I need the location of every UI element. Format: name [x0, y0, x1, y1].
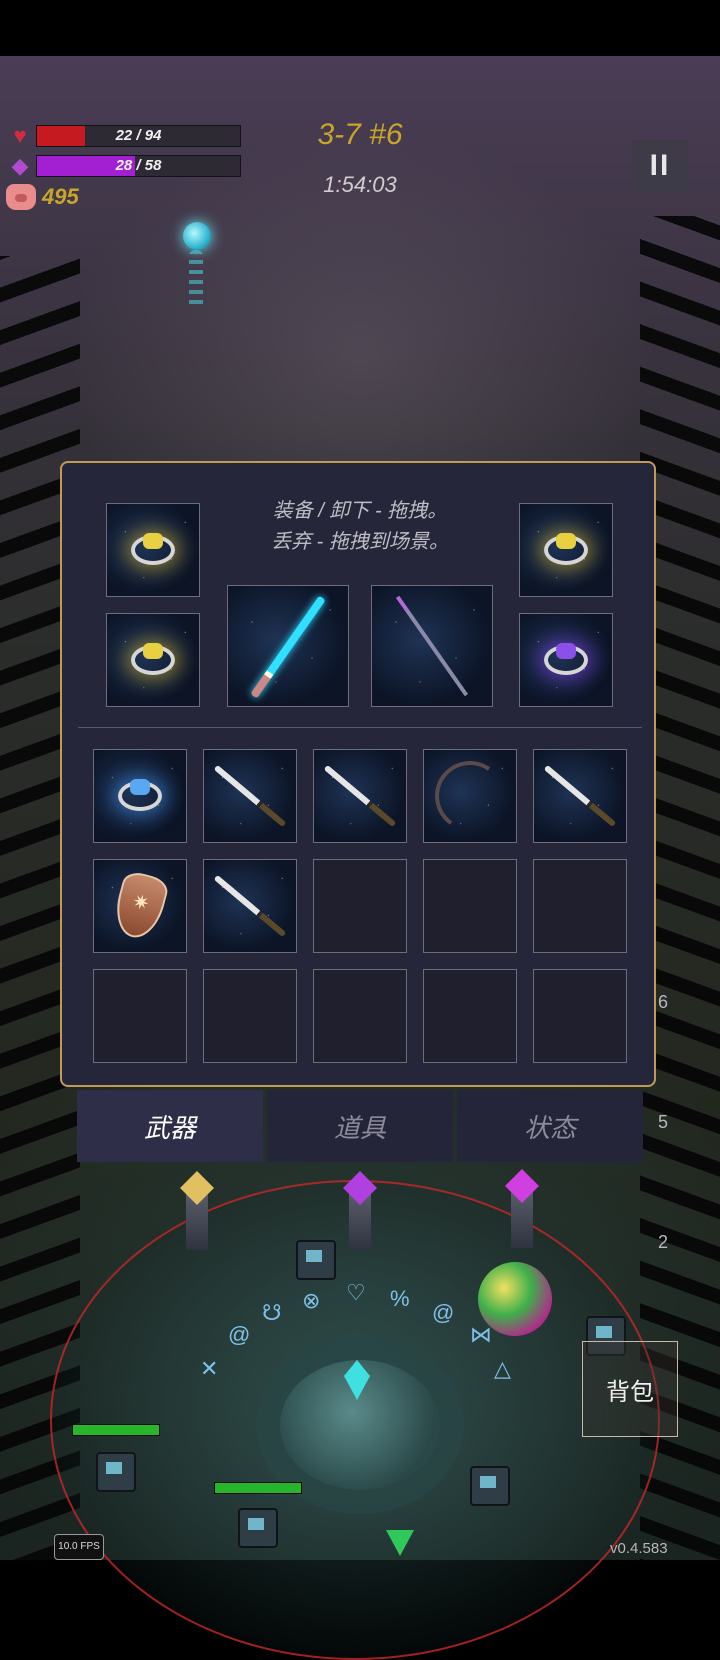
bag-slot[interactable] [203, 749, 297, 843]
rune-icon: ✕ [200, 1356, 219, 1381]
turret [238, 1508, 278, 1548]
pause-button[interactable]: II [632, 140, 688, 192]
bag-slot-empty[interactable] [93, 969, 187, 1063]
equip-slot-ring-top-right[interactable] [519, 503, 613, 597]
bag-slot-empty[interactable] [423, 969, 517, 1063]
crystal-sword-icon [250, 595, 326, 699]
projectile-trail [189, 250, 203, 310]
hp-row: ♥ 22 / 94 [8, 123, 241, 148]
rune-icon: △ [494, 1356, 511, 1381]
down-arrow-icon [386, 1530, 414, 1556]
unit-health-bar [72, 1424, 160, 1436]
blue-ring-icon [118, 779, 162, 811]
mp-bar: 28 / 58 [36, 155, 241, 177]
hint-line-2: 丢弃 - 拖拽到场景。 [271, 531, 449, 553]
bag-slot-empty[interactable] [313, 969, 407, 1063]
bag-slot[interactable] [203, 859, 297, 953]
side-counter: 2 [658, 1232, 669, 1252]
pig-coin-icon [6, 184, 36, 210]
bag-slot[interactable] [423, 749, 517, 843]
turret [96, 1452, 136, 1492]
bag-slot-empty[interactable] [423, 859, 517, 953]
game-timer: 1:54:03 [323, 172, 397, 197]
magic-staff-icon [395, 595, 469, 697]
mp-text: 28 / 58 [115, 157, 162, 174]
winged-shield-icon [109, 869, 171, 943]
bag-button[interactable]: 背包 [582, 1341, 678, 1437]
bag-slot[interactable] [93, 749, 187, 843]
stage-label: 3-7 #6 [317, 118, 403, 151]
gold-ring-icon [544, 533, 588, 565]
bag-slot[interactable] [93, 859, 187, 953]
equip-slot-ring-bottom-right[interactable] [519, 613, 613, 707]
coin-count: 495 [42, 184, 79, 209]
rune-icon: ☋ [262, 1300, 282, 1325]
tab-weapons[interactable]: 武器 [77, 1090, 263, 1162]
tab-status[interactable]: 状态 [457, 1090, 643, 1162]
turret [470, 1466, 510, 1506]
fps-counter: 10.0 FPS [54, 1534, 104, 1560]
katana-icon [213, 764, 287, 828]
bow-icon [429, 755, 511, 837]
status-bar [0, 0, 720, 56]
equip-slot-ring-bottom-left[interactable] [106, 613, 200, 707]
rune-icon: ♡ [346, 1280, 366, 1305]
hp-text: 22 / 94 [115, 127, 162, 144]
rune-icon: @ [228, 1322, 251, 1347]
mana-gem-icon: ◆ [11, 153, 29, 178]
gold-ring-icon [131, 533, 175, 565]
katana-icon [213, 874, 287, 938]
side-counter: 6 [658, 992, 669, 1012]
katana-icon [323, 764, 397, 828]
bag-slot-empty[interactable] [313, 859, 407, 953]
projectile-orb [183, 222, 211, 250]
inventory-divider [78, 727, 642, 728]
rune-icon: @ [432, 1300, 455, 1325]
bag-slot[interactable] [313, 749, 407, 843]
side-counter: 5 [658, 1112, 669, 1132]
hint-line-1: 装备 / 卸下 - 拖拽。 [272, 500, 448, 522]
mp-row: ◆ 28 / 58 [8, 153, 241, 178]
equip-slot-weapon-2[interactable] [371, 585, 493, 707]
version-label: v0.4.583 [610, 1540, 668, 1557]
bag-slot-empty[interactable] [203, 969, 297, 1063]
unit-health-bar [214, 1482, 302, 1494]
bag-slot[interactable] [533, 749, 627, 843]
purple-ring-icon [544, 643, 588, 675]
equip-slot-weapon-1[interactable] [227, 585, 349, 707]
katana-icon [543, 764, 617, 828]
rune-icon: % [390, 1286, 410, 1311]
inventory-hint: 装备 / 卸下 - 拖拽。 丢弃 - 拖拽到场景。 [230, 496, 490, 558]
coin-row: 495 [6, 184, 79, 210]
hp-bar: 22 / 94 [36, 125, 241, 147]
equip-slot-ring-top-left[interactable] [106, 503, 200, 597]
rune-icon: ⊗ [302, 1288, 321, 1313]
energy-orb [478, 1262, 552, 1336]
bag-slot-empty[interactable] [533, 969, 627, 1063]
tab-items[interactable]: 道具 [267, 1090, 453, 1162]
gold-ring-icon [131, 643, 175, 675]
bag-slot-empty[interactable] [533, 859, 627, 953]
heart-icon: ♥ [13, 123, 27, 148]
turret [296, 1240, 336, 1280]
